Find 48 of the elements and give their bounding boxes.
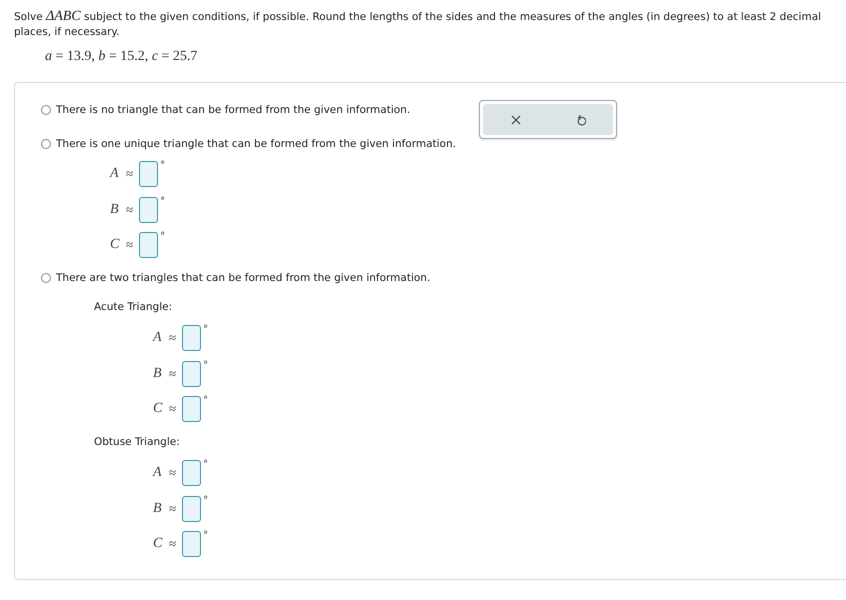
approx-sign: ≈ (169, 500, 176, 518)
undo-icon (576, 114, 586, 126)
degree-sign: ° (203, 496, 208, 506)
angle-label: B (110, 200, 120, 218)
approx-sign: ≈ (169, 400, 176, 418)
angle-label: A (153, 464, 163, 482)
approx-sign: ≈ (169, 364, 176, 382)
answer-field[interactable] (139, 196, 158, 222)
approx-sign: ≈ (169, 464, 176, 482)
angle-label: B (153, 500, 163, 518)
angle-label: C (153, 535, 163, 553)
degree-sign: ° (203, 396, 208, 406)
approx-sign: ≈ (126, 236, 134, 254)
approx-sign: ≈ (169, 329, 176, 347)
answer-field[interactable] (182, 496, 202, 522)
answer-field[interactable] (182, 396, 202, 422)
degree-sign: ° (160, 232, 166, 242)
angle-label: B (153, 364, 163, 382)
given-values: a = 13.9, b = 15.2, c = 25.7 (45, 48, 198, 66)
degree-sign: ° (203, 325, 208, 335)
degree-sign: ° (203, 531, 208, 541)
option-label[interactable]: There is no triangle that can be formed from the given information. (56, 104, 410, 116)
angle-label: A (153, 329, 163, 347)
case-heading: Acute Triangle: (94, 300, 174, 315)
answer-field[interactable] (139, 232, 158, 258)
option-label[interactable]: There are two triangles that can be formed from the given information. (56, 272, 430, 284)
angle-label: A (110, 165, 120, 183)
answer-field[interactable] (139, 161, 158, 187)
question-text: Solve ΔABC subject to the given conditions, if possible. Round the lengths of the sides and the measures of the angles (in degrees) to at least 2 decimal places, if necessary. (14, 10, 822, 40)
option-label[interactable]: There is one unique triangle that can be formed from the given information. (56, 138, 456, 150)
radio-button[interactable] (41, 139, 51, 149)
approx-sign: ≈ (126, 200, 134, 218)
close-icon (510, 114, 520, 124)
degree-sign: ° (203, 360, 208, 370)
case-heading: Obtuse Triangle: (94, 435, 181, 450)
degree-sign: ° (160, 161, 166, 171)
degree-sign: ° (203, 460, 208, 470)
radio-button[interactable] (41, 105, 51, 115)
answer-field[interactable] (182, 531, 202, 557)
approx-sign: ≈ (126, 165, 134, 183)
angle-label: C (153, 400, 163, 418)
radio-button[interactable] (41, 273, 51, 283)
answer-field[interactable] (182, 360, 202, 386)
degree-sign: ° (160, 196, 166, 206)
answer-field[interactable] (182, 325, 202, 351)
answer-field[interactable] (182, 460, 202, 486)
approx-sign: ≈ (169, 535, 176, 553)
angle-label: C (110, 236, 120, 254)
